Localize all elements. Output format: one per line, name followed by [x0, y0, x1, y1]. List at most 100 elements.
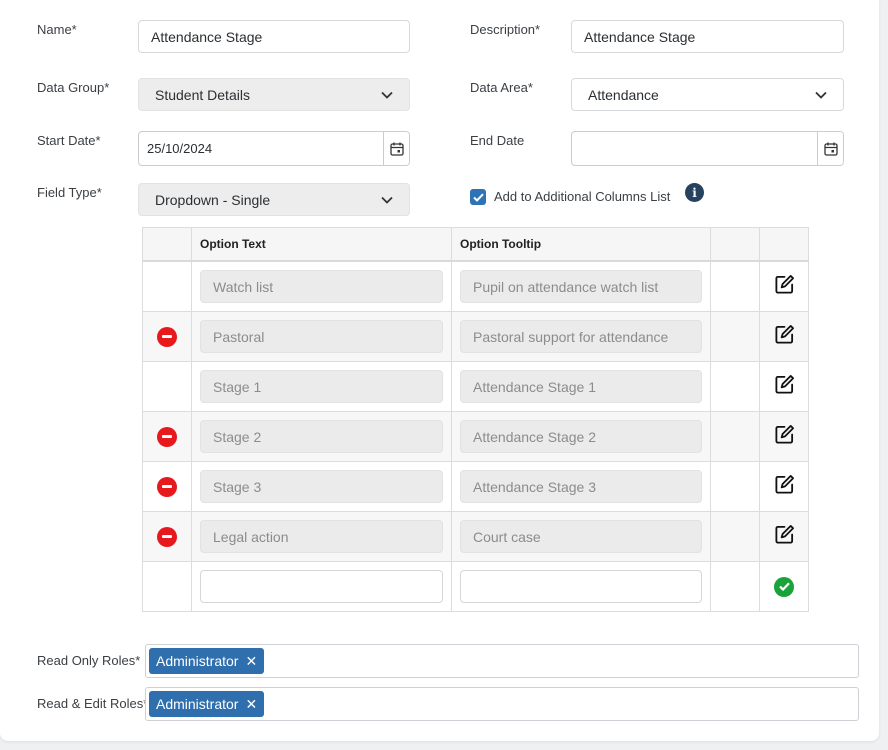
- blank-cell: [710, 562, 759, 611]
- data-group-value: Student Details: [155, 86, 250, 103]
- edit-cell: [759, 412, 809, 461]
- table-row: Legal action Court case: [142, 512, 809, 562]
- blank-cell: [710, 512, 759, 561]
- data-group-select[interactable]: Student Details: [138, 78, 410, 111]
- option-tooltip-input[interactable]: Attendance Stage 3: [460, 470, 702, 503]
- data-group-label: Data Group*: [37, 80, 110, 95]
- options-table: Option Text Option Tooltip Watch list Pu…: [142, 227, 809, 612]
- role-tag: Administrator ✕: [149, 691, 265, 717]
- option-text-input[interactable]: Stage 1: [200, 370, 443, 403]
- data-area-value: Attendance: [588, 86, 659, 103]
- option-text-cell: Legal action: [191, 512, 451, 561]
- option-text-cell: Watch list: [191, 262, 451, 311]
- remove-tag-icon[interactable]: ✕: [245, 696, 257, 713]
- blank-cell: [710, 412, 759, 461]
- role-tag-label: Administrator: [156, 653, 239, 669]
- field-type-label: Field Type*: [37, 185, 102, 200]
- edit-cell: [759, 362, 809, 411]
- option-tooltip-input[interactable]: Pupil on attendance watch list: [460, 270, 702, 303]
- option-text-cell: Stage 2: [191, 412, 451, 461]
- option-tooltip-input[interactable]: Attendance Stage 2: [460, 420, 702, 453]
- edit-icon[interactable]: [774, 274, 795, 300]
- read-only-roles-select[interactable]: Administrator ✕: [145, 644, 859, 678]
- new-option-text-input[interactable]: [200, 570, 443, 603]
- remove-circle-icon[interactable]: [157, 426, 177, 447]
- remove-cell: [142, 412, 191, 461]
- field-type-value: Dropdown - Single: [155, 191, 271, 208]
- remove-circle-icon[interactable]: [157, 526, 177, 547]
- blank-cell: [710, 312, 759, 361]
- option-text-header: Option Text: [191, 228, 451, 260]
- option-tooltip-cell: Attendance Stage 3: [451, 462, 710, 511]
- additional-columns-label: Add to Additional Columns List: [494, 189, 671, 204]
- option-tooltip-cell: [451, 562, 710, 611]
- table-new-row: [142, 562, 809, 612]
- description-value: Attendance Stage: [584, 28, 696, 45]
- option-text-input[interactable]: Watch list: [200, 270, 443, 303]
- start-date-picker: 25/10/2024: [138, 131, 410, 166]
- remove-cell: [142, 362, 191, 411]
- option-text-input[interactable]: Legal action: [200, 520, 443, 553]
- option-text-input[interactable]: Pastoral: [200, 320, 443, 353]
- calendar-icon[interactable]: [383, 132, 409, 165]
- start-date-label: Start Date*: [37, 133, 101, 148]
- remove-circle-icon[interactable]: [157, 476, 177, 497]
- option-tooltip-input[interactable]: Pastoral support for attendance: [460, 320, 702, 353]
- edit-icon[interactable]: [774, 524, 795, 550]
- option-text-cell: Pastoral: [191, 312, 451, 361]
- edit-cell: [759, 512, 809, 561]
- name-value: Attendance Stage: [151, 28, 263, 45]
- data-area-select[interactable]: Attendance: [571, 78, 844, 111]
- end-date-label: End Date: [470, 133, 525, 148]
- description-label: Description*: [470, 22, 541, 37]
- additional-columns-checkbox[interactable]: [470, 189, 486, 205]
- field-type-select[interactable]: Dropdown - Single: [138, 183, 410, 216]
- edit-icon[interactable]: [774, 474, 795, 500]
- description-input[interactable]: Attendance Stage: [571, 20, 844, 53]
- info-icon[interactable]: i: [685, 183, 704, 202]
- remove-cell: [142, 462, 191, 511]
- option-tooltip-cell: Attendance Stage 2: [451, 412, 710, 461]
- name-input[interactable]: Attendance Stage: [138, 20, 410, 53]
- option-tooltip-cell: Court case: [451, 512, 710, 561]
- role-tag-label: Administrator: [156, 696, 239, 712]
- remove-cell: [142, 562, 191, 611]
- edit-cell: [759, 262, 809, 311]
- option-tooltip-input[interactable]: Court case: [460, 520, 702, 553]
- table-header-blank: [142, 228, 191, 260]
- new-option-tooltip-input[interactable]: [460, 570, 702, 603]
- table-row: Pastoral Pastoral support for attendance: [142, 312, 809, 362]
- end-date-input[interactable]: [572, 132, 817, 165]
- option-text-input[interactable]: Stage 3: [200, 470, 443, 503]
- table-row: Stage 1 Attendance Stage 1: [142, 362, 809, 412]
- option-tooltip-input[interactable]: Attendance Stage 1: [460, 370, 702, 403]
- calendar-icon[interactable]: [817, 132, 843, 165]
- option-text-cell: [191, 562, 451, 611]
- remove-circle-icon[interactable]: [157, 326, 177, 347]
- read-edit-roles-select[interactable]: Administrator ✕: [145, 687, 859, 721]
- edit-cell: [759, 462, 809, 511]
- check-circle-icon[interactable]: [774, 576, 794, 597]
- edit-icon[interactable]: [774, 324, 795, 350]
- confirm-cell: [759, 562, 809, 611]
- read-only-roles-label: Read Only Roles*: [37, 653, 141, 668]
- remove-tag-icon[interactable]: ✕: [245, 653, 257, 670]
- start-date-input[interactable]: 25/10/2024: [139, 132, 383, 165]
- name-label: Name*: [37, 22, 77, 37]
- read-edit-roles-label: Read & Edit Roles*: [37, 696, 149, 711]
- edit-icon[interactable]: [774, 424, 795, 450]
- role-tag: Administrator ✕: [149, 648, 265, 674]
- option-tooltip-cell: Attendance Stage 1: [451, 362, 710, 411]
- form-card: Name* Attendance Stage Description* Atte…: [0, 0, 879, 741]
- end-date-picker: [571, 131, 844, 166]
- option-text-input[interactable]: Stage 2: [200, 420, 443, 453]
- blank-cell: [710, 262, 759, 311]
- table-header-blank: [759, 228, 809, 260]
- option-tooltip-cell: Pastoral support for attendance: [451, 312, 710, 361]
- table-header-blank: [710, 228, 759, 260]
- chevron-down-icon: [381, 89, 393, 101]
- option-text-cell: Stage 3: [191, 462, 451, 511]
- edit-icon[interactable]: [774, 374, 795, 400]
- blank-cell: [710, 362, 759, 411]
- remove-cell: [142, 512, 191, 561]
